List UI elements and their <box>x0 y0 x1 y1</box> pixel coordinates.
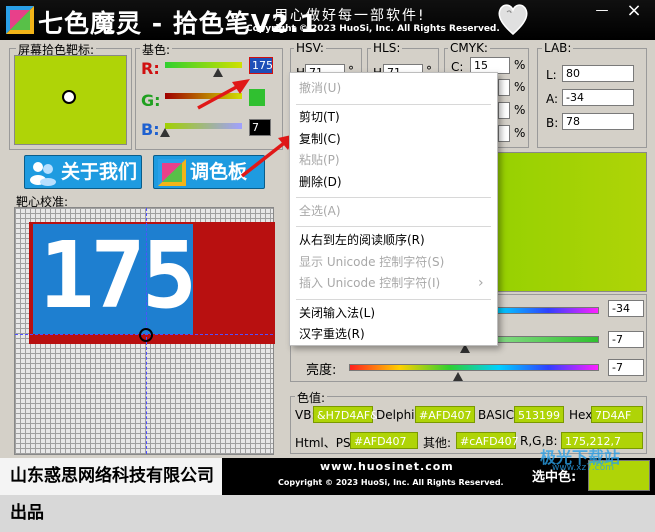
other-value[interactable]: #cAFD407 <box>456 432 519 449</box>
menu-separator <box>296 299 491 300</box>
hex-value[interactable]: 7D4AF <box>591 406 643 423</box>
g-label: G: <box>141 91 161 110</box>
menu-close-ime[interactable]: 关闭输入法(L) <box>290 303 497 324</box>
cmyk-y-input[interactable] <box>498 102 510 119</box>
r-value-box[interactable]: 175 <box>249 57 273 74</box>
basic-label: BASIC: <box>478 408 519 422</box>
title-bar[interactable]: 七色魔灵 - 拾色笔V2.1 用心做好每一部软件! Copyright © 20… <box>0 0 655 40</box>
html-value[interactable]: #AFD407 <box>350 432 418 449</box>
brightness-slider-thumb[interactable] <box>453 372 463 381</box>
brightness-input[interactable]: -7 <box>608 359 644 376</box>
palette-label: 调色板 <box>190 161 248 183</box>
delphi-value[interactable]: #AFD407 <box>415 406 475 423</box>
footer-bar: 山东惑思网络科技有限公司 出品 www.huosinet.com Copyrig… <box>0 448 655 523</box>
watermark-url: www.xz7.com <box>552 463 614 473</box>
app-logo-icon <box>6 6 34 34</box>
lab-l-label: L: <box>546 68 557 82</box>
menu-cut[interactable]: 剪切(T) <box>290 107 497 128</box>
menu-insert-unicode[interactable]: 插入 Unicode 控制字符(I) › <box>290 273 497 294</box>
menu-undo[interactable]: 撤消(U) <box>290 78 497 99</box>
menu-insert-unicode-label: 插入 Unicode 控制字符(I) <box>299 276 441 290</box>
menu-copy[interactable]: 复制(C) <box>290 129 497 150</box>
company-name: 山东惑思网络科技有限公司 出品 <box>0 458 222 523</box>
lab-label: LAB: <box>542 41 574 55</box>
html-label: Html、PS: <box>295 436 355 450</box>
zoom-digits: 175 <box>39 222 197 329</box>
crosshair-icon[interactable] <box>62 90 76 104</box>
hsv-label: HSV: <box>294 41 326 55</box>
brightness-slider-track[interactable] <box>349 364 599 371</box>
basic-value[interactable]: 513199 <box>514 406 564 423</box>
menu-separator <box>296 104 491 105</box>
menu-paste[interactable]: 粘贴(P) <box>290 150 497 171</box>
submenu-chevron-icon: › <box>478 275 484 291</box>
cmyk-k-unit: % <box>514 126 526 140</box>
about-us-button[interactable]: 关于我们 <box>24 155 142 189</box>
r-slider-track[interactable] <box>165 62 242 68</box>
cmyk-y-unit: % <box>514 103 526 117</box>
base-color-label: 基色: <box>140 41 173 58</box>
lab-b-input[interactable]: 78 <box>562 113 634 130</box>
cmyk-c-unit: % <box>514 58 526 72</box>
b-slider-track[interactable] <box>165 123 242 129</box>
cmyk-label: CMYK: <box>448 41 490 55</box>
lab-l-input[interactable]: 80 <box>562 65 634 82</box>
palette-icon <box>158 159 186 186</box>
cmyk-m-unit: % <box>514 80 526 94</box>
color-values-label: 色值: <box>295 389 328 406</box>
about-us-label: 关于我们 <box>61 161 138 183</box>
app-window: 七色魔灵 - 拾色笔V2.1 用心做好每一部软件! Copyright © 20… <box>0 0 655 523</box>
footer-copyright: Copyright © 2023 HuoSi, Inc. All Rights … <box>278 478 504 487</box>
brightness-label: 亮度: <box>306 363 337 378</box>
minimize-button[interactable]: — <box>588 2 616 20</box>
menu-separator <box>296 197 491 198</box>
footer-url[interactable]: www.huosinet.com <box>320 460 454 473</box>
cmyk-m-input[interactable] <box>498 79 510 96</box>
lab-a-label: A: <box>546 92 559 106</box>
close-button[interactable]: × <box>620 2 648 20</box>
target-center-icon <box>139 328 153 342</box>
cmyk-k-input[interactable] <box>498 125 510 142</box>
users-icon <box>30 162 56 186</box>
menu-delete[interactable]: 删除(D) <box>290 172 497 193</box>
copyright-text: Copyright © 2023 HuoSi, Inc. All Rights … <box>246 24 500 34</box>
r-label: R: <box>141 59 160 78</box>
adjust-row2-input[interactable]: -7 <box>608 331 644 348</box>
arrow-to-r-value-icon <box>197 79 250 110</box>
adjust-row1-input[interactable]: -34 <box>608 300 644 317</box>
b-label: B: <box>141 120 160 139</box>
hls-label: HLS: <box>371 41 403 55</box>
menu-show-unicode[interactable]: 显示 Unicode 控制字符(S) <box>290 252 497 273</box>
delphi-label: Delphi: <box>376 408 419 422</box>
lab-a-input[interactable]: -34 <box>562 89 634 106</box>
menu-reconvert[interactable]: 汉字重选(R) <box>290 324 497 345</box>
menu-select-all[interactable]: 全选(A) <box>290 201 497 222</box>
context-menu[interactable]: 撤消(U) 剪切(T) 复制(C) 粘贴(P) 删除(D) 全选(A) 从右到左… <box>289 72 498 346</box>
slogan-text: 用心做好每一部软件! <box>274 8 426 24</box>
calibration-grid[interactable]: 175 <box>14 207 275 455</box>
lab-b-label: B: <box>546 116 559 130</box>
heart-icon <box>498 4 528 35</box>
menu-rtl-reading[interactable]: 从右到左的阅读顺序(R) <box>290 230 497 251</box>
vb-value[interactable]: &H7D4AF& <box>313 406 379 423</box>
b-slider-thumb[interactable] <box>160 128 170 137</box>
menu-separator <box>296 226 491 227</box>
other-label: 其他: <box>423 436 452 450</box>
